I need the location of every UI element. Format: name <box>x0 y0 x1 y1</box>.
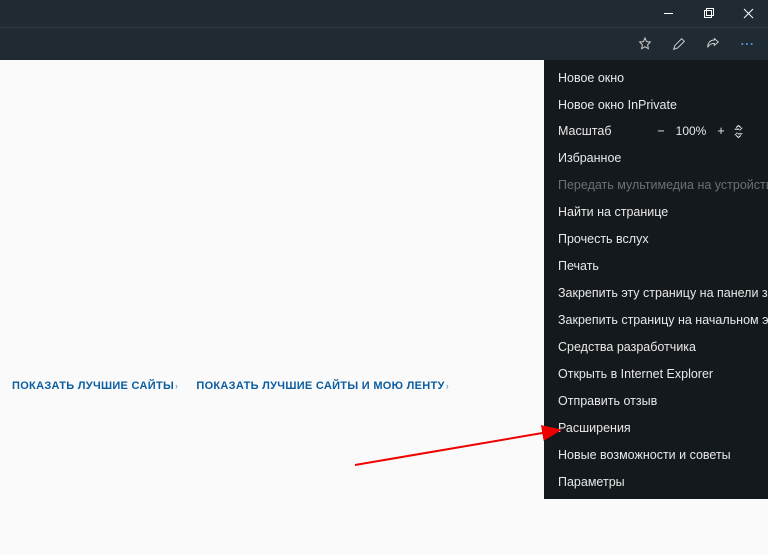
pen-icon <box>671 36 687 52</box>
menu-item-feedback[interactable]: Отправить отзыв <box>544 387 768 414</box>
star-icon <box>637 36 653 52</box>
minimize-button[interactable] <box>648 0 688 27</box>
menu-item-print[interactable]: Печать <box>544 252 768 279</box>
more-icon <box>739 36 755 52</box>
fullscreen-icon <box>732 125 745 138</box>
close-icon <box>743 8 754 19</box>
menu-item-find[interactable]: Найти на странице <box>544 198 768 225</box>
add-notes-button[interactable] <box>662 28 696 61</box>
zoom-value: 100% <box>672 124 710 138</box>
maximize-button[interactable] <box>688 0 728 27</box>
settings-menu: Новое окно Новое окно InPrivate Масштаб … <box>544 60 768 499</box>
share-button[interactable] <box>696 28 730 61</box>
share-icon <box>705 36 721 52</box>
maximize-icon <box>703 8 714 19</box>
menu-item-zoom: Масштаб − 100% + <box>544 118 768 144</box>
add-favorite-button[interactable] <box>628 28 662 61</box>
menu-item-new-inprivate[interactable]: Новое окно InPrivate <box>544 91 768 118</box>
menu-item-cast-media: Передать мультимедиа на устройство <box>544 171 768 198</box>
more-button[interactable] <box>730 28 764 61</box>
browser-toolbar <box>0 27 768 60</box>
menu-item-pin-start[interactable]: Закрепить страницу на начальном экране <box>544 306 768 333</box>
chevron-right-icon: › <box>175 381 178 391</box>
window-titlebar <box>0 0 768 27</box>
menu-item-new-window[interactable]: Новое окно <box>544 64 768 91</box>
show-top-sites-feed-link[interactable]: ПОКАЗАТЬ ЛУЧШИЕ САЙТЫ И МОЮ ЛЕНТУ› <box>196 380 449 392</box>
minimize-icon <box>663 8 674 19</box>
fullscreen-button[interactable] <box>732 125 754 138</box>
chevron-right-icon: › <box>446 381 449 391</box>
menu-item-open-ie[interactable]: Открыть в Internet Explorer <box>544 360 768 387</box>
menu-item-pin-taskbar[interactable]: Закрепить эту страницу на панели задач <box>544 279 768 306</box>
menu-item-favorites[interactable]: Избранное <box>544 144 768 171</box>
link-label: ПОКАЗАТЬ ЛУЧШИЕ САЙТЫ И МОЮ ЛЕНТУ <box>196 380 444 392</box>
zoom-in-button[interactable]: + <box>710 124 732 138</box>
menu-item-settings[interactable]: Параметры <box>544 468 768 495</box>
content-links: ПОКАЗАТЬ ЛУЧШИЕ САЙТЫ› ПОКАЗАТЬ ЛУЧШИЕ С… <box>12 380 449 392</box>
close-button[interactable] <box>728 0 768 27</box>
menu-item-tips[interactable]: Новые возможности и советы <box>544 441 768 468</box>
menu-item-extensions[interactable]: Расширения <box>544 414 768 441</box>
link-label: ПОКАЗАТЬ ЛУЧШИЕ САЙТЫ <box>12 380 174 392</box>
show-top-sites-link[interactable]: ПОКАЗАТЬ ЛУЧШИЕ САЙТЫ› <box>12 380 178 392</box>
menu-item-devtools[interactable]: Средства разработчика <box>544 333 768 360</box>
menu-item-read-aloud[interactable]: Прочесть вслух <box>544 225 768 252</box>
zoom-label: Масштаб <box>558 124 650 138</box>
zoom-out-button[interactable]: − <box>650 124 672 138</box>
